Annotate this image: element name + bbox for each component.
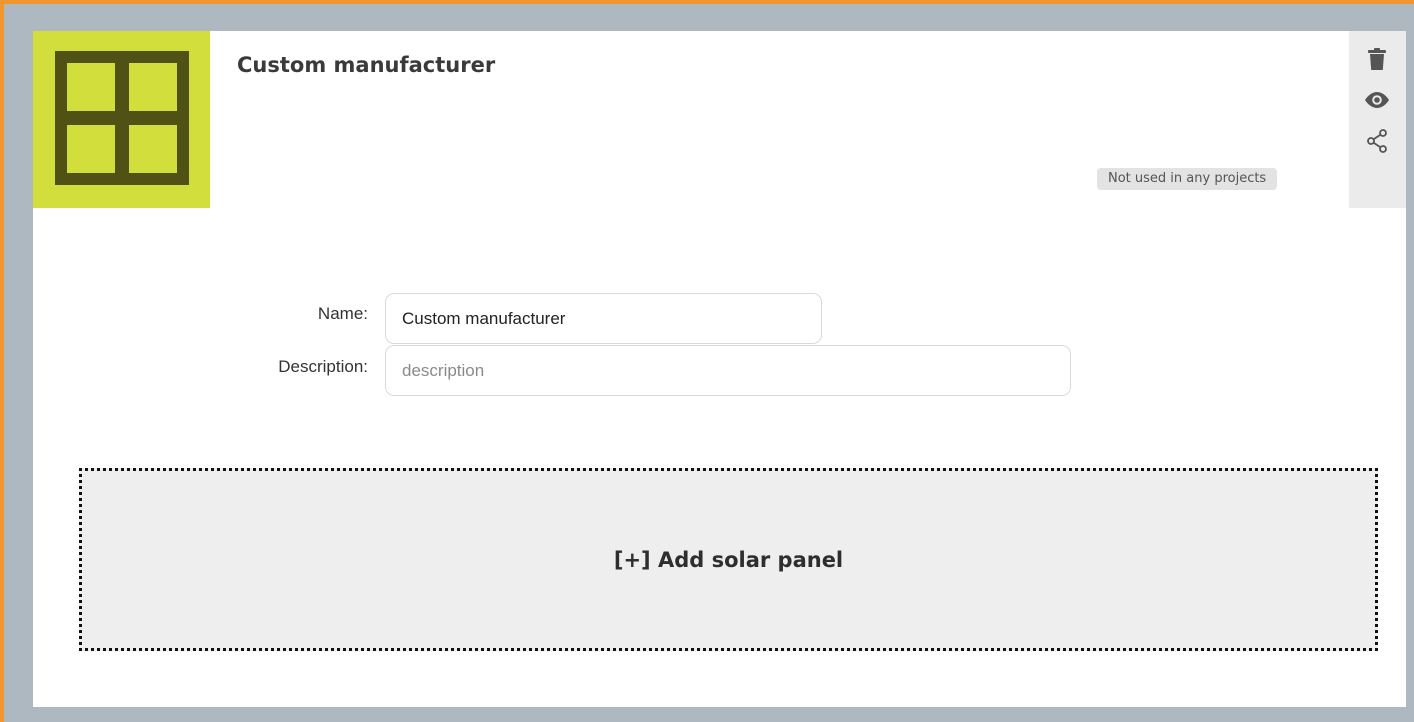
description-input[interactable] [385,345,1071,396]
manufacturer-logo [33,31,210,208]
trash-icon [1368,48,1386,70]
usage-badge: Not used in any projects [1097,168,1278,190]
name-input[interactable] [385,293,822,344]
card-title: Custom manufacturer [237,53,496,77]
add-solar-panel-button[interactable]: [+] Add solar panel [79,468,1378,651]
eye-icon [1365,92,1389,108]
window-grid-icon [55,51,189,185]
view-button[interactable] [1364,87,1390,113]
card-actions [1349,31,1406,208]
manufacturer-card: Custom manufacturer Not used in any proj… [33,31,1406,707]
share-button[interactable] [1364,128,1390,154]
share-icon [1367,129,1387,153]
name-label: Name: [317,304,368,323]
delete-button[interactable] [1364,46,1390,72]
add-solar-panel-label: [+] Add solar panel [613,547,844,572]
description-label: Description: [278,357,368,376]
frame: Custom manufacturer Not used in any proj… [4,4,1414,722]
